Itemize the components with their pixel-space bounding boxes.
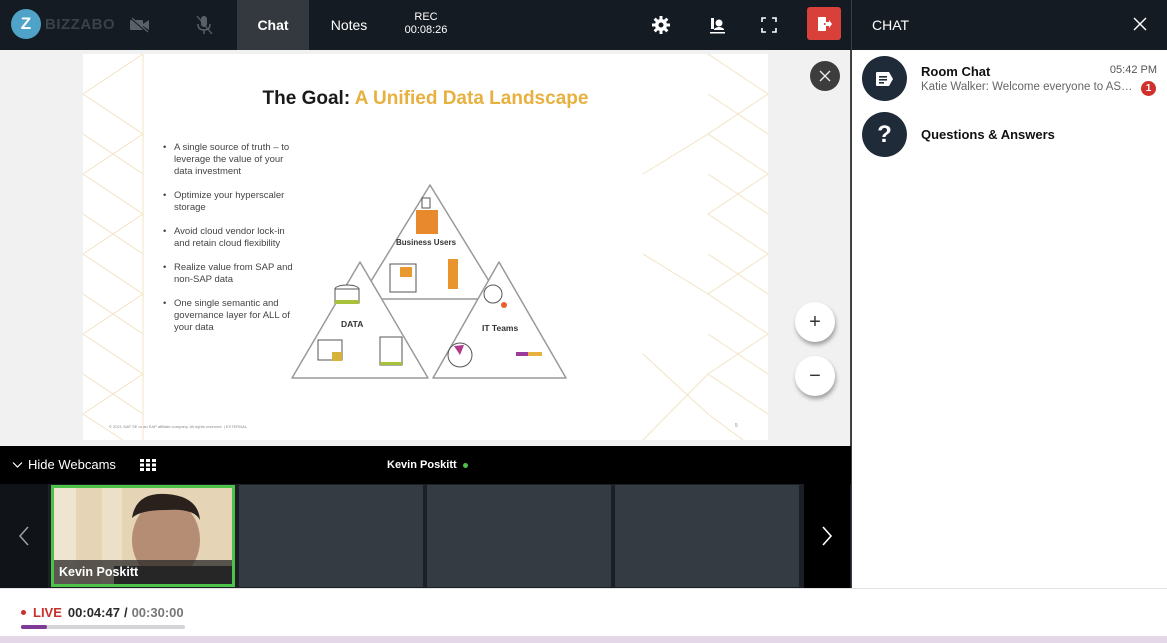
chat-avatar xyxy=(862,56,907,101)
business-desk-icon xyxy=(416,210,438,234)
chat-item-name: Questions & Answers xyxy=(921,127,1055,142)
fullscreen-icon[interactable] xyxy=(757,13,781,37)
webcam-tile[interactable]: Kevin Poskitt xyxy=(51,485,235,587)
top-toolbar: Z BIZZABO Chat Notes REC 00:08:26 xyxy=(0,0,851,50)
playback-progress-fill xyxy=(21,625,48,629)
zoom-out-button[interactable]: − xyxy=(795,356,835,396)
close-chat-button[interactable] xyxy=(1131,15,1149,33)
diagram-label-data: DATA xyxy=(341,319,364,329)
logo-icon: Z xyxy=(11,9,41,39)
mic-off-icon[interactable] xyxy=(192,13,216,37)
slide-bullet: One single semantic and governance layer… xyxy=(163,298,303,334)
bizzabo-logo: Z BIZZABO xyxy=(11,9,115,39)
recording-timer: REC 00:08:26 xyxy=(398,11,454,37)
presenter-person-icon xyxy=(448,259,458,289)
slide-page-number: 5 xyxy=(735,423,738,429)
grid-layout-icon[interactable] xyxy=(140,459,156,471)
webcam-tile-empty xyxy=(427,485,611,587)
unread-badge: 1 xyxy=(1141,81,1156,96)
slide-footer: © 2021 SAP SE or an SAP affiliate compan… xyxy=(109,424,247,429)
chat-bubble-icon xyxy=(875,71,893,86)
chevron-left-icon xyxy=(18,526,29,546)
cloud-network-icon xyxy=(483,284,503,304)
speaking-indicator xyxy=(462,462,468,468)
webcam-prev-button[interactable] xyxy=(0,484,48,588)
hide-webcams-button[interactable]: Hide Webcams xyxy=(12,457,116,472)
chat-panel-title: CHAT xyxy=(872,17,910,33)
playback-progress-bar[interactable] xyxy=(21,625,185,629)
hide-webcams-label: Hide Webcams xyxy=(28,457,116,472)
slide-bullet: Avoid cloud vendor lock-in and retain cl… xyxy=(163,226,303,250)
slide-bullet: Optimize your hyperscaler storage xyxy=(163,190,303,214)
total-duration: 00:30:00 xyxy=(131,605,184,620)
slide-title: The Goal: A Unified Data Landscape xyxy=(83,88,768,110)
app-window: Z BIZZABO Chat Notes REC 00:08:26 CHAT R… xyxy=(0,0,1167,643)
question-icon: ? xyxy=(877,120,892,148)
logo-text: BIZZABO xyxy=(45,15,116,33)
slide-title-main: The Goal: xyxy=(262,88,355,109)
chat-item-room-chat[interactable]: Room Chat 05:42 PM Katie Walker: Welcome… xyxy=(852,50,1167,106)
webcam-name-label: Kevin Poskitt xyxy=(54,560,232,584)
exit-icon xyxy=(818,16,832,31)
elapsed-time: 00:04:47 xyxy=(67,605,120,620)
webcam-tile-empty xyxy=(239,485,423,587)
exit-button[interactable] xyxy=(807,7,841,40)
slide-title-accent: A Unified Data Landscape xyxy=(354,88,589,109)
close-icon xyxy=(819,70,831,82)
camera-off-icon[interactable] xyxy=(128,13,152,37)
chat-item-time: 05:42 PM xyxy=(1109,64,1157,76)
slide-bullet: A single source of truth – to leverage t… xyxy=(163,142,303,178)
chat-panel-header: CHAT xyxy=(851,0,1167,50)
active-speaker-name: Kevin Poskitt xyxy=(387,459,457,471)
live-label: LIVE xyxy=(33,605,62,620)
chat-item-questions-answers[interactable]: ? Questions & Answers xyxy=(852,106,1167,162)
minus-icon: − xyxy=(809,364,821,387)
presentation-stage: The Goal: A Unified Data Landscape A sin… xyxy=(0,50,851,446)
slide-bullet-list: A single source of truth – to leverage t… xyxy=(163,142,303,346)
rec-label: REC xyxy=(414,11,438,23)
document-icon xyxy=(379,336,403,366)
chat-item-name: Room Chat xyxy=(921,64,991,79)
slide-bullet: Realize value from SAP and non-SAP data xyxy=(163,262,303,286)
chat-panel: Room Chat 05:42 PM Katie Walker: Welcome… xyxy=(851,50,1167,588)
webcam-strip: Kevin Poskitt xyxy=(0,484,851,588)
webcam-next-button[interactable] xyxy=(804,484,850,588)
webcam-control-bar: Hide Webcams Kevin Poskitt xyxy=(0,446,851,484)
chevron-down-icon xyxy=(12,461,23,468)
tab-notes[interactable]: Notes xyxy=(313,0,385,50)
webcam-tile-empty xyxy=(615,485,799,587)
active-speaker: Kevin Poskitt xyxy=(387,459,468,471)
close-icon xyxy=(1133,17,1147,31)
diagram-label-business-users: Business Users xyxy=(396,238,457,247)
tab-chat[interactable]: Chat xyxy=(237,0,309,50)
presenter-icon[interactable] xyxy=(705,13,729,37)
chat-item-preview: Katie Walker: Welcome everyone to AS… xyxy=(921,81,1131,93)
triangle-diagram: Business Users DATA IT Teams xyxy=(288,182,568,382)
live-dot-icon xyxy=(21,610,26,615)
chevron-right-icon xyxy=(822,526,833,546)
bottom-accent-strip xyxy=(0,636,1167,643)
playback-bar: LIVE 00:04:47 / 00:30:00 xyxy=(0,588,1167,643)
slide: The Goal: A Unified Data Landscape A sin… xyxy=(83,54,768,440)
diagram-label-it-teams: IT Teams xyxy=(482,323,519,333)
settings-icon[interactable] xyxy=(649,13,673,37)
rec-time: 00:08:26 xyxy=(404,24,448,36)
zoom-in-button[interactable]: + xyxy=(795,302,835,342)
chat-avatar: ? xyxy=(862,112,907,157)
time-separator: / xyxy=(123,605,128,620)
plus-icon: + xyxy=(809,310,821,333)
live-status: LIVE 00:04:47 / 00:30:00 xyxy=(21,605,184,620)
close-presentation-button[interactable] xyxy=(810,61,840,91)
